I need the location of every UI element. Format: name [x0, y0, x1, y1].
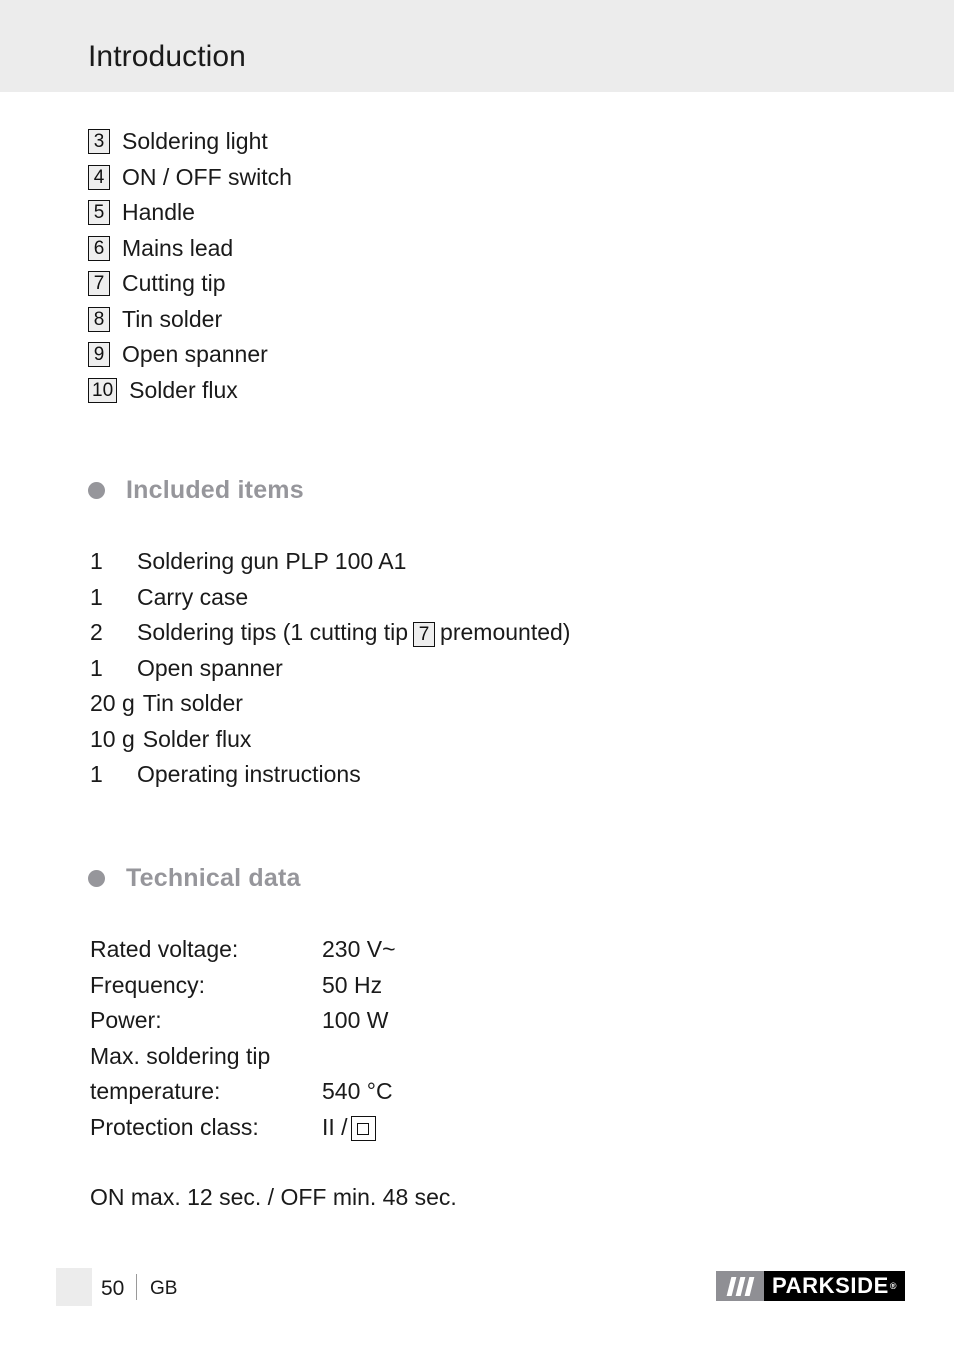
bullet-icon — [88, 870, 105, 887]
table-row: Max. soldering tip — [90, 1042, 690, 1081]
logo-word-text: PARKSIDE — [772, 1273, 889, 1298]
item-quantity: 20 g — [90, 690, 135, 716]
section-heading-label: Included items — [126, 476, 304, 504]
item-label-before: Soldering tips (1 cutting tip — [137, 619, 409, 645]
double-insulation-icon — [350, 1116, 376, 1141]
part-row: 7 Cutting tip — [88, 266, 688, 302]
included-items-list: 1 Soldering gun PLP 100 A1 1 Carry case … — [90, 550, 790, 799]
item-quantity: 10 g — [90, 725, 135, 752]
list-item: 2 Soldering tips (1 cutting tip 7 premou… — [90, 621, 790, 657]
list-item: 20 g Tin solder — [90, 692, 790, 728]
item-quantity: 1 — [90, 654, 103, 681]
slashes-icon — [716, 1271, 764, 1301]
part-row: 5 Handle — [88, 195, 688, 231]
part-number-box: 10 — [88, 377, 118, 403]
spec-label: temperature: — [90, 1078, 221, 1104]
part-row: 6 Mains lead — [88, 231, 688, 267]
logo-wordmark: PARKSIDE ® — [764, 1271, 906, 1301]
item-label: Carry case — [137, 583, 249, 610]
country-code: GB — [150, 1278, 178, 1299]
part-number-box: 5 — [88, 200, 110, 226]
part-label: Soldering light — [122, 128, 268, 155]
item-label: Soldering gun PLP 100 A1 — [137, 548, 407, 574]
item-label: Tin solder — [142, 690, 243, 716]
part-number-box: 8 — [88, 306, 110, 332]
part-label: Open spanner — [122, 341, 268, 368]
part-number-box: 9 — [88, 342, 110, 368]
page-number: 50 — [101, 1277, 125, 1300]
document-page: Introduction 3 Soldering light 4 ON / OF… — [0, 0, 954, 1345]
bullet-icon — [88, 482, 105, 499]
part-number-box: 7 — [413, 622, 436, 647]
footer-gray-block — [56, 1268, 92, 1306]
technical-data-list: Rated voltage: 230 V~ Frequency: 50 Hz P… — [90, 938, 690, 1151]
section-heading-technical-data: Technical data — [88, 866, 301, 891]
table-row: Protection class: II / — [90, 1113, 690, 1152]
part-label: Cutting tip — [122, 270, 226, 297]
spec-value: 50 Hz — [322, 971, 383, 998]
part-row: 4 ON / OFF switch — [88, 160, 688, 196]
item-label: Open spanner — [137, 654, 283, 681]
list-item: 1 Carry case — [90, 583, 790, 622]
part-label: Mains lead — [122, 234, 234, 261]
part-row: 8 Tin solder — [88, 302, 688, 338]
part-number-box: 3 — [88, 129, 110, 155]
list-item: 10 g Solder flux — [90, 725, 790, 764]
parts-list: 3 Soldering light 4 ON / OFF switch 5 Ha… — [88, 124, 688, 408]
part-label: Handle — [122, 199, 195, 226]
part-label: Solder flux — [129, 376, 238, 403]
item-quantity: 2 — [90, 619, 103, 645]
part-row: 3 Soldering light — [88, 124, 688, 160]
page-title: Introduction — [88, 40, 246, 73]
table-row: Rated voltage: 230 V~ — [90, 938, 690, 974]
item-quantity: 1 — [90, 583, 103, 610]
spec-label: Rated voltage: — [90, 936, 239, 962]
spec-value: 540 °C — [322, 1078, 393, 1104]
table-row: temperature: 540 °C — [90, 1080, 690, 1116]
part-row: 10 Solder flux — [88, 373, 688, 409]
item-label-after: premounted) — [440, 619, 571, 645]
part-row: 9 Open spanner — [88, 337, 688, 373]
part-number-box: 6 — [88, 235, 110, 261]
list-item: 1 Open spanner — [90, 654, 790, 693]
part-label: ON / OFF switch — [122, 163, 292, 190]
section-heading-included-items: Included items — [88, 478, 304, 503]
part-number-box: 7 — [88, 271, 110, 297]
spec-label: Protection class: — [90, 1113, 259, 1140]
item-quantity: 1 — [90, 761, 103, 787]
item-quantity: 1 — [90, 548, 103, 574]
duty-cycle-note: ON max. 12 sec. / OFF min. 48 sec. — [90, 1184, 457, 1210]
table-row: Power: 100 W — [90, 1009, 690, 1045]
item-label: Solder flux — [142, 725, 252, 752]
registered-trademark-icon: ® — [889, 1280, 898, 1291]
spec-label: Power: — [90, 1007, 162, 1033]
spec-value: 100 W — [322, 1007, 389, 1033]
list-item: 1 Operating instructions — [90, 763, 790, 799]
parkside-logo: PARKSIDE ® — [716, 1271, 906, 1301]
table-row: Frequency: 50 Hz — [90, 971, 690, 1010]
section-heading-label: Technical data — [126, 864, 301, 892]
spec-value: 230 V~ — [322, 936, 396, 962]
spec-label: Max. soldering tip — [90, 1042, 271, 1069]
list-item: 1 Soldering gun PLP 100 A1 — [90, 550, 790, 586]
part-label: Tin solder — [122, 305, 223, 332]
footer-divider — [136, 1274, 137, 1300]
spec-value: II / — [322, 1113, 348, 1140]
item-label: Operating instructions — [137, 761, 361, 787]
part-number-box: 4 — [88, 164, 110, 190]
spec-label: Frequency: — [90, 971, 206, 998]
